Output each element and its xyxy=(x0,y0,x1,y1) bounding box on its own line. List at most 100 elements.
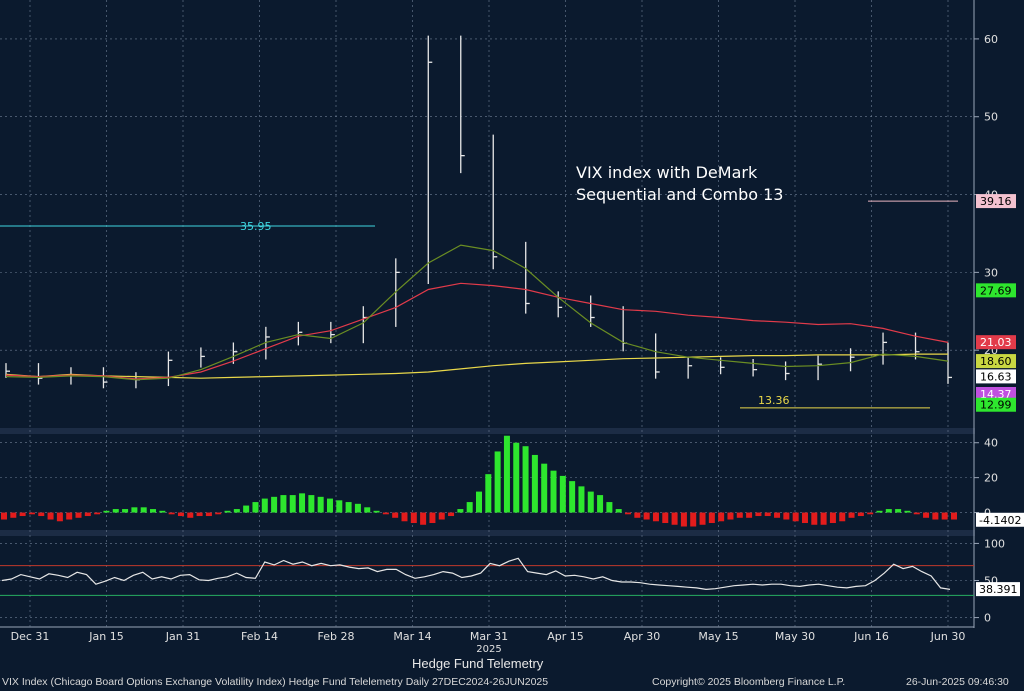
oscillator-bar xyxy=(392,512,399,518)
oscillator-bar xyxy=(708,512,715,524)
y-tick-label: 0 xyxy=(984,612,991,625)
oscillator-bar xyxy=(168,512,175,515)
oscillator-bar xyxy=(476,491,482,513)
oscillator-bar xyxy=(252,502,259,513)
oscillator-bar xyxy=(718,512,725,522)
oscillator-bar xyxy=(159,510,166,513)
oscillator-bar xyxy=(867,512,874,515)
oscillator-bar xyxy=(10,512,17,518)
support-level-label: 13.36 xyxy=(758,394,790,407)
resistance-level-label: 35.95 xyxy=(240,220,272,233)
oscillator-bar xyxy=(606,502,613,513)
oscillator-bar xyxy=(494,451,501,513)
oscillator-bar xyxy=(801,512,808,524)
oscillator-bar xyxy=(792,512,799,522)
year-label: 2025 xyxy=(476,644,501,655)
oscillator-bar xyxy=(131,507,138,513)
oscillator-bar xyxy=(615,509,622,513)
panel-separator xyxy=(0,428,975,434)
y-tick-label: 50 xyxy=(984,111,998,124)
oscillator-bar xyxy=(420,512,427,525)
oscillator-bar xyxy=(913,512,920,515)
oscillator-bar xyxy=(783,512,790,520)
oscillator-bar xyxy=(448,512,455,517)
oscillator-bar xyxy=(410,512,417,524)
x-tick-label: Jun 30 xyxy=(930,630,966,643)
x-tick-label: May 30 xyxy=(775,630,815,643)
oscillator-bar xyxy=(271,496,278,513)
oscillator-bar xyxy=(541,463,548,513)
oscillator-bar xyxy=(215,512,222,515)
oscillator-bar xyxy=(764,512,771,517)
x-tick-label: Mar 14 xyxy=(393,630,431,643)
oscillator-bar xyxy=(317,496,324,513)
x-tick-label: Mar 31 xyxy=(470,630,508,643)
x-tick-label: Dec 31 xyxy=(11,630,50,643)
oscillator-bar xyxy=(429,512,436,524)
oscillator-bar xyxy=(28,512,35,515)
oscillator-bar xyxy=(140,507,147,513)
footer-timestamp: 26-Jun-2025 09:46:30 xyxy=(906,676,1009,688)
oscillator-bar xyxy=(466,502,473,513)
oscillator-bar xyxy=(438,512,445,520)
x-tick-label: May 15 xyxy=(698,630,738,643)
oscillator-bar xyxy=(736,512,743,518)
oscillator-bar xyxy=(122,509,129,513)
oscillator-bar xyxy=(923,512,930,518)
value-tag-label: 38.391 xyxy=(979,583,1018,596)
oscillator-bar xyxy=(699,512,706,525)
x-tick-label: Feb 28 xyxy=(318,630,355,643)
oscillator-bar xyxy=(103,510,110,513)
oscillator-bar xyxy=(690,512,697,527)
oscillator-bar xyxy=(848,512,855,518)
oscillator-bar xyxy=(326,498,333,513)
x-tick-label: Apr 30 xyxy=(624,630,661,643)
oscillator-bar xyxy=(885,509,892,513)
oscillator-bar xyxy=(308,495,315,513)
oscillator-bar xyxy=(634,512,641,518)
oscillator-bar xyxy=(811,512,818,525)
oscillator-bar xyxy=(503,435,510,513)
oscillator-bar xyxy=(47,512,54,520)
oscillator-bar xyxy=(299,493,306,513)
oscillator-bar xyxy=(587,491,594,513)
oscillator-bar xyxy=(345,502,352,513)
oscillator-bar xyxy=(373,510,380,513)
value-tag-label: 39.16 xyxy=(980,195,1012,208)
oscillator-bar xyxy=(354,503,361,513)
oscillator-bar xyxy=(559,475,566,513)
oscillator-bar xyxy=(550,470,557,513)
footer-description: VIX Index (Chicago Board Options Exchang… xyxy=(2,676,549,688)
oscillator-bar xyxy=(569,481,576,513)
x-tick-label: Apr 15 xyxy=(547,630,584,643)
oscillator-bar xyxy=(280,495,287,513)
oscillator-bar xyxy=(513,442,520,513)
oscillator-bar xyxy=(578,486,585,513)
oscillator-bar xyxy=(150,509,157,513)
oscillator-bar xyxy=(19,512,26,517)
oscillator-bar xyxy=(177,512,184,517)
oscillator-bar xyxy=(196,512,203,517)
oscillator-bar xyxy=(289,495,296,513)
x-tick-label: Feb 14 xyxy=(241,630,278,643)
oscillator-bar xyxy=(876,510,883,513)
oscillator-bar xyxy=(652,512,659,522)
oscillator-bar xyxy=(522,446,529,513)
y-tick-label: 100 xyxy=(984,537,1005,550)
oscillator-bar xyxy=(857,512,864,517)
oscillator-bar xyxy=(597,495,604,513)
y-tick-label: 20 xyxy=(984,472,998,485)
oscillator-bar xyxy=(1,512,7,520)
oscillator-bar xyxy=(243,505,250,513)
oscillator-bar xyxy=(457,509,464,513)
oscillator-bar xyxy=(727,512,734,520)
oscillator-bar xyxy=(485,474,492,513)
x-tick-label: Jun 16 xyxy=(853,630,889,643)
oscillator-bar xyxy=(75,512,82,518)
oscillator-bar xyxy=(895,509,902,513)
oscillator-bar xyxy=(755,512,762,517)
x-tick-label: Jan 31 xyxy=(165,630,200,643)
y-tick-label: 40 xyxy=(984,437,998,450)
oscillator-bar xyxy=(951,512,957,520)
oscillator-bar xyxy=(336,500,343,513)
